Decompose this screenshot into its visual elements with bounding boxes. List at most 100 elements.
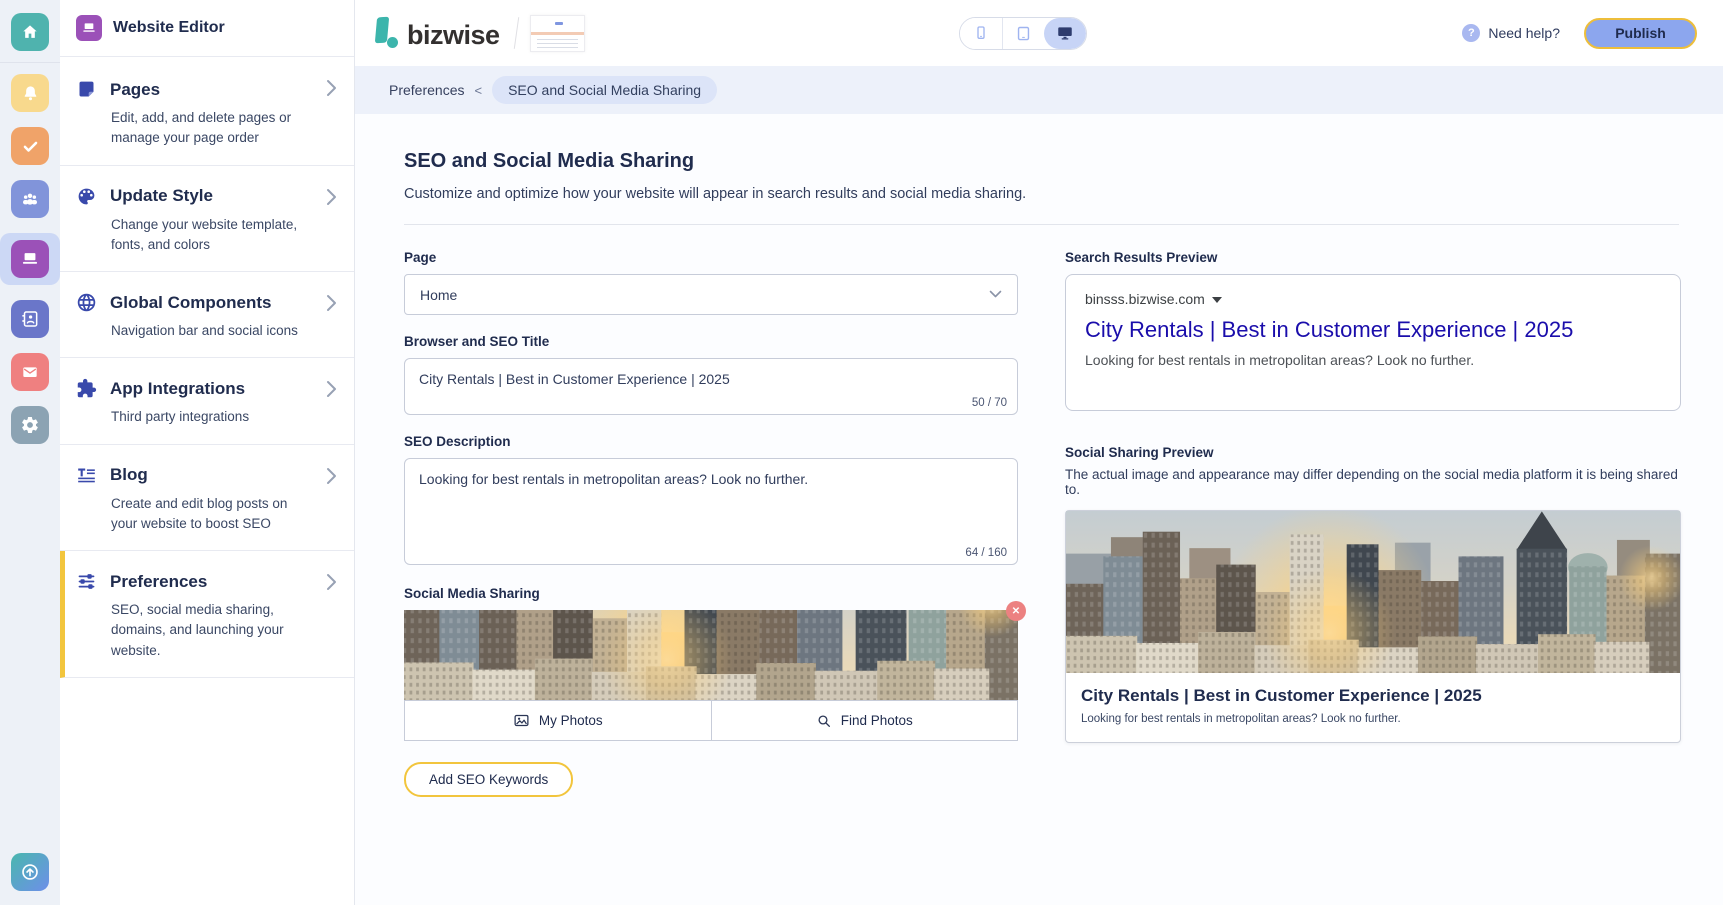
sidebar-item-update-style[interactable]: Update Style Change your website templat… — [60, 166, 354, 273]
team-nav-button[interactable] — [11, 180, 49, 218]
breadcrumb-current: SEO and Social Media Sharing — [492, 76, 717, 104]
device-toggle-zone — [585, 17, 1463, 50]
social-share-image-box: ✕ My Photos Find Photos — [404, 610, 1018, 741]
breadcrumb-separator: < — [474, 83, 482, 98]
page-title: SEO and Social Media Sharing — [404, 150, 1679, 173]
search-preview-description: Looking for best rentals in metropolitan… — [1085, 352, 1661, 368]
bizwise-logo: bizwise — [374, 17, 500, 49]
contact-card-icon — [20, 309, 40, 329]
chevron-right-icon — [326, 467, 337, 485]
search-icon — [816, 713, 832, 729]
desktop-icon — [1056, 24, 1074, 42]
social-sharing-preview-note: The actual image and appearance may diff… — [1065, 467, 1681, 497]
breadcrumb-parent[interactable]: Preferences — [389, 82, 464, 98]
upload-icon — [19, 861, 41, 883]
blog-icon — [76, 465, 97, 486]
gear-icon — [20, 415, 40, 435]
website-editor-nav-button[interactable] — [11, 240, 49, 278]
sidebar-title: Website Editor — [113, 19, 225, 37]
social-share-image — [404, 610, 1018, 700]
notifications-nav-button[interactable] — [11, 74, 49, 112]
palette-icon — [76, 186, 97, 207]
device-preview-toggle — [959, 17, 1087, 50]
chevron-right-icon — [326, 79, 337, 97]
seo-form: Page Home Browser and SEO Title 50 / 70 — [404, 250, 1018, 797]
sidebar-item-label: App Integrations — [110, 379, 245, 399]
question-icon: ? — [1462, 24, 1480, 42]
my-photos-label: My Photos — [539, 713, 603, 728]
tablet-preview-button[interactable] — [1002, 18, 1044, 49]
picture-icon — [513, 712, 530, 729]
find-photos-button[interactable]: Find Photos — [711, 701, 1018, 740]
contacts-nav-button[interactable] — [11, 300, 49, 338]
seo-title-label: Browser and SEO Title — [404, 334, 1018, 349]
caret-down-icon — [1212, 297, 1222, 303]
page-select-label: Page — [404, 250, 1018, 265]
social-sharing-preview-label: Social Sharing Preview — [1065, 445, 1681, 460]
share-card-body: City Rentals | Best in Customer Experien… — [1066, 673, 1680, 742]
app-rail — [0, 0, 60, 905]
upgrade-nav-button[interactable] — [11, 853, 49, 891]
remove-image-button[interactable]: ✕ — [1006, 601, 1026, 621]
content: SEO and Social Media Sharing Customize a… — [355, 114, 1723, 905]
sidebar-item-label: Pages — [110, 80, 160, 100]
sidebar-item-label: Blog — [110, 465, 148, 485]
desktop-preview-button[interactable] — [1044, 18, 1086, 49]
main-area: bizwise — [355, 0, 1723, 905]
check-icon — [21, 137, 40, 156]
app-root: Website Editor Pages Edit, add, and dele… — [0, 0, 1723, 905]
sidebar-item-label: Update Style — [110, 186, 213, 206]
breadcrumb: Preferences < SEO and Social Media Shari… — [355, 66, 1723, 114]
my-photos-button[interactable]: My Photos — [405, 701, 711, 740]
team-icon — [20, 189, 40, 209]
email-nav-button[interactable] — [11, 353, 49, 391]
sidebar-item-desc: Create and edit blog posts on your websi… — [111, 494, 314, 535]
pages-icon — [76, 79, 97, 100]
tasks-nav-button[interactable] — [11, 127, 49, 165]
mobile-icon — [973, 25, 989, 41]
sidebar-item-pages[interactable]: Pages Edit, add, and delete pages or man… — [60, 57, 354, 166]
seo-title-counter: 50 / 70 — [972, 397, 1007, 409]
photo-actions: My Photos Find Photos — [404, 700, 1018, 741]
find-photos-label: Find Photos — [841, 713, 913, 728]
puzzle-icon — [76, 378, 97, 399]
share-preview-description: Looking for best rentals in metropolitan… — [1081, 713, 1665, 725]
sidebar-item-desc: SEO, social media sharing, domains, and … — [111, 600, 314, 661]
publish-button[interactable]: Publish — [1584, 18, 1697, 49]
sidebar-item-preferences[interactable]: Preferences SEO, social media sharing, d… — [60, 551, 354, 678]
page-select[interactable]: Home — [404, 274, 1018, 315]
search-results-preview-label: Search Results Preview — [1065, 250, 1681, 265]
home-icon — [20, 22, 40, 42]
sidebar-item-blog[interactable]: Blog Create and edit blog posts on your … — [60, 445, 354, 552]
brand-name: bizwise — [407, 22, 500, 49]
chevron-right-icon — [326, 380, 337, 398]
add-seo-keywords-button[interactable]: Add SEO Keywords — [404, 762, 573, 797]
page-select-value: Home — [420, 287, 457, 303]
sidebar-item-app-integrations[interactable]: App Integrations Third party integration… — [60, 358, 354, 444]
need-help-label: Need help? — [1488, 25, 1560, 41]
seo-title-input[interactable] — [405, 359, 1017, 387]
social-sharing-preview: Social Sharing Preview The actual image … — [1065, 445, 1681, 743]
rail-divider — [0, 62, 60, 63]
settings-nav-button[interactable] — [11, 406, 49, 444]
globe-icon — [76, 292, 97, 313]
sidebar-item-global-components[interactable]: Global Components Navigation bar and soc… — [60, 272, 354, 358]
website-editor-icon — [76, 15, 102, 41]
mobile-preview-button[interactable] — [960, 18, 1002, 49]
chevron-right-icon — [326, 573, 337, 591]
city-skyline-image — [1066, 511, 1680, 673]
chevron-right-icon — [326, 188, 337, 206]
home-nav-button[interactable] — [11, 13, 49, 51]
close-icon: ✕ — [1012, 606, 1020, 617]
brand-divider — [513, 17, 518, 49]
seo-description-input[interactable]: Looking for best rentals in metropolitan… — [405, 459, 1017, 539]
seo-title-field: 50 / 70 — [404, 358, 1018, 415]
sidebar-header: Website Editor — [60, 0, 354, 57]
search-preview-domain: binsss.bizwise.com — [1085, 291, 1205, 307]
sliders-icon — [76, 571, 97, 592]
previews: Search Results Preview binsss.bizwise.co… — [1065, 250, 1681, 797]
social-media-sharing-label: Social Media Sharing — [404, 586, 1018, 601]
search-preview-domain-row: binsss.bizwise.com — [1085, 291, 1661, 307]
need-help-link[interactable]: ? Need help? — [1462, 24, 1560, 42]
site-thumbnail[interactable] — [530, 15, 585, 52]
